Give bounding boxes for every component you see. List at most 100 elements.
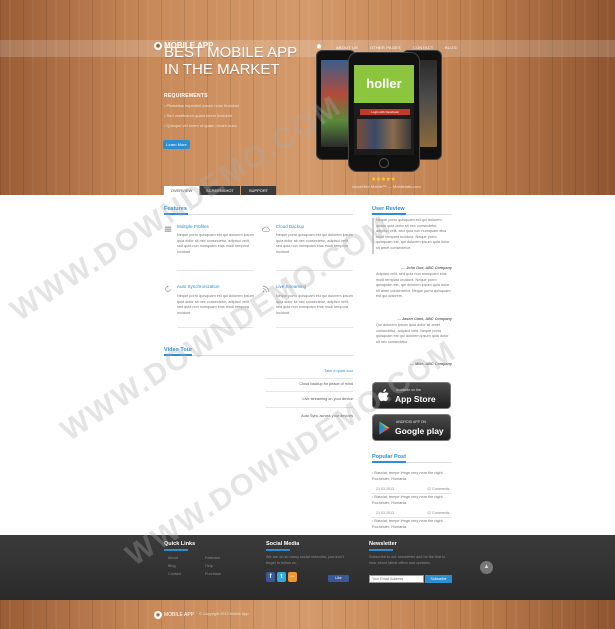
phone-app-brand: holler — [354, 65, 414, 103]
tab-support[interactable]: SUPPORT — [241, 186, 276, 195]
footer — [0, 535, 615, 600]
nav-other-pages[interactable]: OTHER PAGES — [370, 45, 401, 50]
scroll-to-top-button[interactable]: ▲ — [480, 561, 493, 574]
hero-title-line-2: IN THE MARKET — [164, 61, 280, 78]
twitter-icon[interactable]: t — [277, 572, 286, 582]
list-divider — [372, 493, 452, 494]
sync-icon — [165, 285, 171, 292]
learn-more-button[interactable]: Learn More — [163, 140, 190, 149]
quick-links-title: Quick Links — [164, 541, 196, 547]
list-divider — [372, 517, 452, 518]
quote-bar — [372, 218, 374, 254]
feature-title-multiple-profiles[interactable]: Multiple Profiles — [177, 224, 209, 229]
facebook-icon[interactable]: f — [266, 572, 275, 582]
phone-home-button — [379, 158, 389, 168]
post-date: 21.03.2013 — [376, 487, 394, 491]
footer-link[interactable]: Features — [205, 556, 220, 560]
section-divider-accent — [164, 549, 188, 551]
video-tour-item[interactable]: Live streaming on your device — [303, 397, 353, 401]
footer-link[interactable]: Purchase — [205, 572, 221, 576]
phone-center-screen: holler Login with Facebook — [354, 65, 414, 155]
google-play-button[interactable]: ANDROID APP ON Google play — [372, 414, 451, 441]
section-divider-accent — [369, 549, 393, 551]
video-tour-link[interactable]: Take a quick tour — [324, 369, 353, 373]
section-divider-accent — [164, 213, 188, 215]
profiles-icon — [164, 226, 172, 232]
feature-text: Neque porro quisquam est qui dolorem ips… — [177, 233, 254, 254]
tab-overview[interactable]: OVERVIEW — [164, 186, 199, 195]
requirement-item: Phasellus imperdiet ipsum nunc tincidunt — [164, 103, 239, 108]
hero-title-line-1: BEST MOBILE APP — [164, 44, 298, 61]
bottom-bar — [0, 600, 615, 629]
feature-title-live-streaming[interactable]: Live Streaming — [276, 284, 306, 289]
copyright-text: © Copyright 2013 Mobile App — [199, 612, 249, 616]
section-divider-accent — [164, 354, 192, 356]
bottom-logo-text: MOBILE APP — [164, 612, 195, 618]
app-store-button[interactable]: Available on the App Store — [372, 382, 451, 409]
post-comments[interactable]: 12 Comments — [427, 487, 449, 491]
logo-icon: ◉ — [154, 41, 162, 50]
list-divider — [265, 391, 353, 392]
review-text: Qui dolorem ipsum quia dolor sit amet co… — [376, 323, 449, 344]
feature-title-auto-sync[interactable]: Auto Synchronization — [177, 284, 220, 289]
phone-login-button: Login with Facebook — [360, 109, 410, 115]
subscribe-button[interactable]: Subscribe — [425, 575, 452, 583]
newsletter-email-input[interactable] — [369, 575, 424, 583]
newsletter-title: Newsletter — [369, 541, 397, 547]
feature-text: Neque porro quisquam est qui dolorem ips… — [276, 294, 353, 315]
logo-icon: ◉ — [154, 611, 162, 619]
section-divider-accent — [266, 549, 290, 551]
google-play-icon — [379, 421, 390, 435]
popular-post-item[interactable]: Bassiat, tempe fringe very near the nigh… — [372, 519, 452, 530]
nav-blog[interactable]: BLOG — [445, 45, 457, 50]
video-tour-title: Video Tour — [164, 347, 193, 353]
features-title: Features — [164, 206, 187, 212]
hero-section: ◉ MOBILE APP ABOUT US OTHER PAGES CONTAC… — [0, 0, 615, 195]
popular-post-item[interactable]: Bassiat, tempe fringe very near the nigh… — [372, 495, 452, 506]
phone-center-image: holler Login with Facebook — [348, 52, 420, 172]
bottom-logo[interactable]: ◉ MOBILE APP — [154, 611, 194, 619]
video-tour-item[interactable]: Auto Sync across your devices — [301, 414, 353, 418]
social-media-title: Social Media — [266, 541, 300, 547]
apple-icon — [378, 388, 389, 402]
feature-divider — [276, 270, 353, 271]
section-divider-accent — [372, 213, 406, 215]
google-play-text: Google play — [395, 426, 444, 436]
popular-post-item[interactable]: Bassiat, tempe fringe very near the nigh… — [372, 471, 452, 482]
app-store-small-text: Available on the — [396, 388, 421, 392]
footer-link[interactable]: Blog — [168, 564, 176, 568]
hero-title: BEST MOBILE APP IN THE MARKET — [164, 44, 324, 78]
list-divider — [265, 407, 353, 408]
feature-divider — [276, 327, 353, 328]
feature-text: Neque porro quisquam est qui dolorem ips… — [177, 294, 254, 315]
section-divider — [164, 355, 353, 356]
tab-screenshot[interactable]: SCREENSHOT — [200, 186, 240, 195]
review-author: — John Doe, ABC Company — [401, 266, 452, 270]
requirements-heading: REQUIREMENTS — [164, 93, 208, 99]
feature-divider — [177, 327, 254, 328]
google-play-small-text: ANDROID APP ON — [396, 420, 427, 424]
phone-photo-strip — [357, 119, 411, 149]
feature-divider — [177, 270, 254, 271]
review-author: — Jason Clark, ABC Company — [397, 317, 452, 321]
video-tour-item[interactable]: Cloud backup for peace of mind — [299, 382, 353, 386]
user-review-title: User Review — [372, 206, 405, 212]
app-store-text: App Store — [395, 394, 436, 404]
cloud-icon — [262, 226, 270, 232]
footer-link[interactable]: About — [168, 556, 178, 560]
popular-post-title: Popular Post — [372, 454, 406, 460]
review-author: — Mike, ABC Company — [410, 362, 452, 366]
footer-link[interactable]: Contact — [168, 572, 181, 576]
list-divider — [265, 378, 353, 379]
feature-title-cloud-backup[interactable]: Cloud Backup — [276, 224, 304, 229]
footer-link[interactable]: Help — [205, 564, 213, 568]
newsletter-text: Subscribe to our newsletter and be the f… — [369, 555, 446, 565]
post-comments[interactable]: 12 Comments — [427, 511, 449, 515]
feature-text: Neque porro quisquam est qui dolorem ips… — [276, 233, 353, 254]
post-date: 21.03.2013 — [376, 511, 394, 515]
phone-caption: Abodeflex Mobile™ — Mobilelabs.com — [352, 184, 421, 189]
rss-feed-icon[interactable]: rss — [288, 572, 297, 582]
facebook-like-button[interactable]: Like — [328, 575, 349, 582]
phone-left-screen — [321, 60, 351, 147]
requirement-item: Sed vestibulum quam lorem tincidunt — [164, 113, 233, 118]
